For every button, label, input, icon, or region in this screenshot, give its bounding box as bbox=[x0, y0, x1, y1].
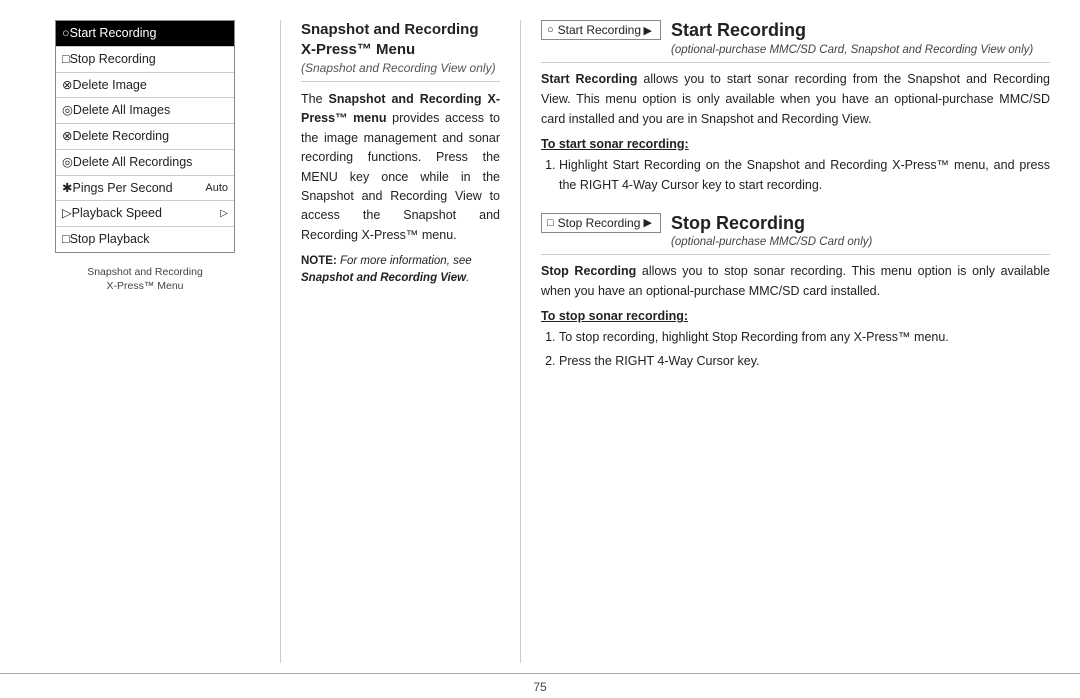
menu-item-icon-2: ⊗ bbox=[62, 76, 72, 95]
menu-item-label-6: Pings Per Second bbox=[72, 179, 172, 198]
menu-item-label-4: Delete Recording bbox=[72, 127, 169, 146]
stop-recording-indicator: □ Stop Recording ▶ bbox=[541, 213, 661, 233]
stop-recording-title: Stop Recording bbox=[671, 213, 1050, 235]
menu-item-8: □Stop Playback bbox=[56, 227, 234, 252]
left-column: ○Start Recording□Stop Recording⊗Delete I… bbox=[30, 20, 260, 663]
menu-item-arrow-7: ▷ bbox=[220, 206, 228, 221]
stop-recording-step-1: To stop recording, highlight Stop Record… bbox=[559, 327, 1050, 347]
start-recording-indicator: ○ Start Recording ▶ bbox=[541, 20, 661, 40]
start-recording-arrow: ▶ bbox=[644, 24, 652, 37]
middle-body: The Snapshot and Recording X-Press™ menu… bbox=[301, 90, 500, 245]
menu-item-icon-3: ◎ bbox=[62, 101, 73, 120]
menu-item-label-8: Stop Playback bbox=[70, 230, 150, 249]
menu-item-icon-1: □ bbox=[62, 50, 70, 69]
menu-item-icon-0: ○ bbox=[62, 24, 70, 43]
menu-item-6: ✱Pings Per Second Auto bbox=[56, 176, 234, 202]
start-recording-header: ○ Start Recording ▶ Start Recording (opt… bbox=[541, 20, 1050, 63]
stop-recording-title-block: Stop Recording (optional-purchase MMC/SD… bbox=[671, 213, 1050, 249]
menu-item-7: ▷Playback Speed▷ bbox=[56, 201, 234, 227]
start-recording-sub-title: To start sonar recording: bbox=[541, 137, 1050, 151]
content-area: ○Start Recording□Stop Recording⊗Delete I… bbox=[0, 0, 1080, 673]
menu-item-label-7: Playback Speed bbox=[72, 204, 162, 223]
menu-caption: Snapshot and Recording X-Press™ Menu bbox=[87, 265, 203, 294]
middle-title: Snapshot and Recording X-Press™ Menu bbox=[301, 20, 500, 59]
start-recording-steps: Highlight Start Recording on the Snapsho… bbox=[559, 155, 1050, 195]
start-recording-icon: ○ bbox=[547, 24, 554, 36]
menu-item-3: ◎Delete All Images bbox=[56, 98, 234, 124]
start-recording-title-block: Start Recording (optional-purchase MMC/S… bbox=[671, 20, 1050, 56]
stop-recording-header: □ Stop Recording ▶ Stop Recording (optio… bbox=[541, 213, 1050, 256]
start-recording-note: (optional-purchase MMC/SD Card, Snapshot… bbox=[671, 44, 1050, 56]
menu-item-label-3: Delete All Images bbox=[73, 101, 170, 120]
stop-recording-step-2: Press the RIGHT 4-Way Cursor key. bbox=[559, 351, 1050, 371]
stop-recording-steps: To stop recording, highlight Stop Record… bbox=[559, 327, 1050, 371]
start-recording-body: Start Recording allows you to start sona… bbox=[541, 69, 1050, 129]
middle-column: Snapshot and Recording X-Press™ Menu (Sn… bbox=[280, 20, 500, 663]
menu-item-icon-5: ◎ bbox=[62, 153, 73, 172]
menu-item-extra-6: Auto bbox=[205, 180, 228, 197]
stop-recording-body: Stop Recording allows you to stop sonar … bbox=[541, 261, 1050, 301]
menu-item-0: ○Start Recording bbox=[56, 21, 234, 47]
start-recording-title: Start Recording bbox=[671, 20, 1050, 42]
menu-item-icon-4: ⊗ bbox=[62, 127, 72, 146]
start-recording-section: ○ Start Recording ▶ Start Recording (opt… bbox=[541, 20, 1050, 195]
menu-item-icon-7: ▷ bbox=[62, 204, 72, 223]
menu-item-icon-6: ✱ bbox=[62, 179, 72, 198]
menu-item-2: ⊗Delete Image bbox=[56, 73, 234, 99]
stop-recording-arrow: ▶ bbox=[644, 216, 652, 229]
right-column: ○ Start Recording ▶ Start Recording (opt… bbox=[520, 20, 1050, 663]
menu-item-icon-8: □ bbox=[62, 230, 70, 249]
menu-item-4: ⊗Delete Recording bbox=[56, 124, 234, 150]
menu-item-1: □Stop Recording bbox=[56, 47, 234, 73]
middle-note: NOTE: For more information, see Snapshot… bbox=[301, 253, 500, 288]
page-number: 75 bbox=[533, 680, 546, 694]
stop-recording-sub-title: To stop sonar recording: bbox=[541, 309, 1050, 323]
stop-recording-icon: □ bbox=[547, 217, 554, 229]
stop-recording-note: (optional-purchase MMC/SD Card only) bbox=[671, 236, 1050, 248]
page-footer: 75 bbox=[0, 673, 1080, 698]
middle-subtitle: (Snapshot and Recording View only) bbox=[301, 61, 500, 82]
menu-item-label-5: Delete All Recordings bbox=[73, 153, 193, 172]
menu-box: ○Start Recording□Stop Recording⊗Delete I… bbox=[55, 20, 235, 253]
menu-item-5: ◎Delete All Recordings bbox=[56, 150, 234, 176]
page-wrapper: ○Start Recording□Stop Recording⊗Delete I… bbox=[0, 0, 1080, 698]
menu-item-label-0: Start Recording bbox=[70, 24, 157, 43]
start-recording-step-1: Highlight Start Recording on the Snapsho… bbox=[559, 155, 1050, 195]
menu-item-label-2: Delete Image bbox=[72, 76, 146, 95]
menu-item-label-1: Stop Recording bbox=[70, 50, 156, 69]
stop-recording-section: □ Stop Recording ▶ Stop Recording (optio… bbox=[541, 213, 1050, 372]
